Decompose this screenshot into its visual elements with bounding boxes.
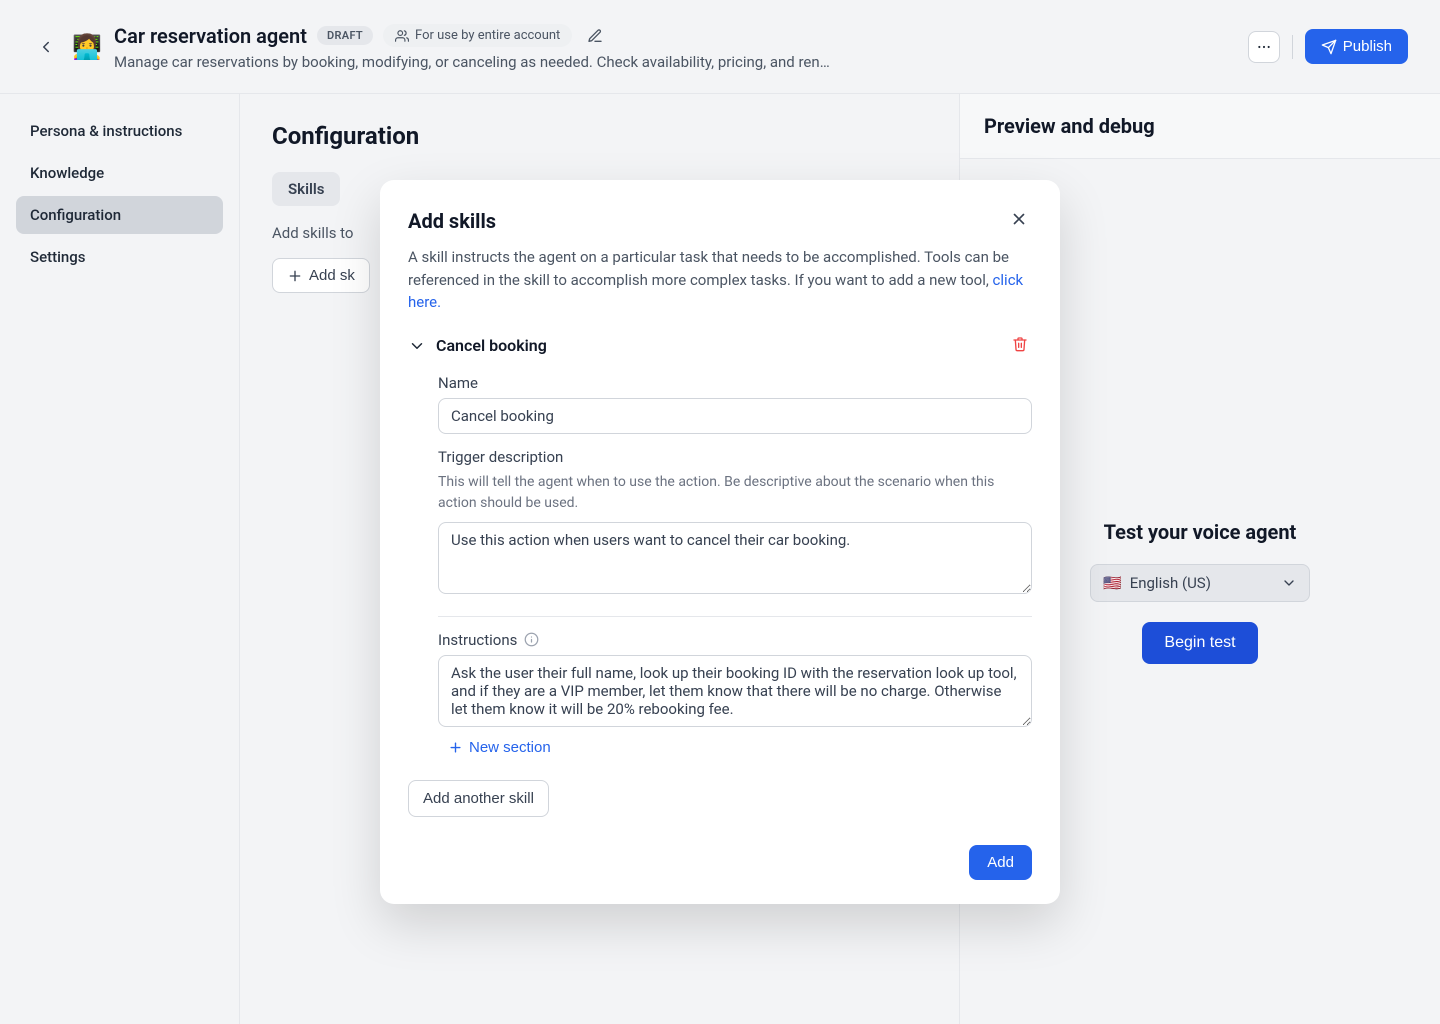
info-icon[interactable] xyxy=(523,632,539,648)
modal-subtitle-text: A skill instructs the agent on a particu… xyxy=(408,248,1009,289)
name-input[interactable] xyxy=(438,398,1032,434)
collapse-toggle[interactable]: Cancel booking xyxy=(408,336,547,355)
instructions-label: Instructions xyxy=(438,631,1032,649)
modal-title: Add skills xyxy=(408,209,496,233)
add-another-skill-button[interactable]: Add another skill xyxy=(408,780,549,817)
add-button[interactable]: Add xyxy=(969,845,1032,880)
new-section-button[interactable]: New section xyxy=(438,731,561,764)
skill-header-title: Cancel booking xyxy=(436,336,547,355)
chevron-down-icon xyxy=(408,337,426,355)
close-icon xyxy=(1010,210,1028,228)
instructions-label-text: Instructions xyxy=(438,631,517,649)
trash-icon xyxy=(1012,336,1028,352)
close-button[interactable] xyxy=(1006,206,1032,236)
add-skills-modal: Add skills A skill instructs the agent o… xyxy=(380,180,1060,904)
instructions-textarea[interactable] xyxy=(438,655,1032,727)
delete-skill-button[interactable] xyxy=(1008,332,1032,360)
trigger-help: This will tell the agent when to use the… xyxy=(438,472,1032,514)
new-section-label: New section xyxy=(469,739,551,756)
trigger-label: Trigger description xyxy=(438,448,1032,466)
modal-subtitle: A skill instructs the agent on a particu… xyxy=(408,246,1032,314)
name-label: Name xyxy=(438,374,1032,392)
modal-backdrop: Add skills A skill instructs the agent o… xyxy=(0,0,1440,1024)
trigger-textarea[interactable] xyxy=(438,522,1032,594)
plus-icon xyxy=(448,740,463,755)
